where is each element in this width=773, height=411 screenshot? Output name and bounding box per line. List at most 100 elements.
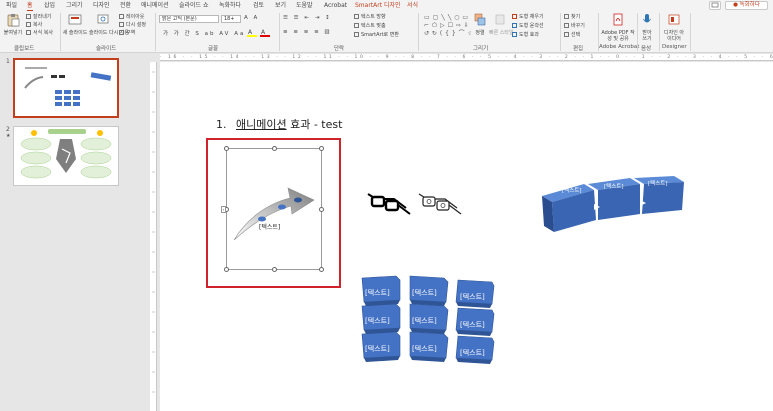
resize-handle-sw[interactable]: [224, 267, 229, 272]
arrow-text-label[interactable]: [텍스트]: [259, 222, 280, 231]
tab-animations[interactable]: 애니메이션: [141, 1, 169, 10]
tab-format[interactable]: 서식: [407, 1, 418, 10]
tab-acrobat[interactable]: Acrobat: [324, 1, 347, 10]
grid-label-8[interactable]: [텍스트]: [412, 344, 437, 354]
tab-review[interactable]: 검토: [253, 1, 264, 10]
slide-2-star-marker: ★: [6, 133, 11, 139]
shape-fill-button[interactable]: 도형 채우기: [512, 14, 544, 20]
reset-icon: [119, 22, 124, 27]
quick-styles-button[interactable]: 빠른 스타일: [489, 13, 514, 36]
replace-button[interactable]: 바꾸기: [564, 23, 585, 29]
layout-button[interactable]: 레이아웃: [119, 14, 144, 20]
resize-handle-se[interactable]: [319, 267, 324, 272]
clipboard-group-label: 클립보드: [14, 46, 35, 52]
tab-insert[interactable]: 삽입: [44, 1, 55, 10]
ribbon: 붙여넣기 잘라내기 복사 서식 복사 클립보드 새 슬라이드 슬라이드 다시 사…: [0, 11, 773, 53]
text-direction-button[interactable]: 텍스트 방향: [354, 14, 386, 20]
block-row-label-3[interactable]: [텍스트]: [648, 179, 667, 187]
font-group-label: 글꼴: [208, 46, 219, 52]
shape-fill-label: 도형 채우기: [519, 14, 544, 20]
copy-button[interactable]: 복사: [26, 22, 42, 28]
editing-group-label: 편집: [573, 46, 584, 52]
3d-glasses-outline-icon[interactable]: [417, 190, 463, 218]
paste-button[interactable]: 붙여넣기: [2, 13, 24, 36]
grid-label-6[interactable]: [텍스트]: [460, 320, 485, 330]
tab-record[interactable]: 녹화하다: [219, 1, 241, 10]
designer-button[interactable]: 디자인 아이디어: [662, 13, 686, 42]
tab-transitions[interactable]: 전환: [120, 1, 131, 10]
font-format-buttons[interactable]: 가 가 간 S ab AV Aa: [163, 29, 245, 37]
shape-effects-button[interactable]: 도형 효과: [512, 32, 539, 38]
reuse-slide-icon: [97, 14, 109, 24]
tab-help[interactable]: 도움말: [296, 1, 313, 10]
block-row-label-1[interactable]: [텍스트]: [562, 186, 581, 194]
svg-text:A: A: [261, 29, 266, 36]
new-slide-icon: [68, 14, 82, 25]
resize-handle-e[interactable]: [319, 207, 324, 212]
title-number: 1.: [216, 118, 227, 131]
font-size-dropdown[interactable]: 18+: [221, 15, 241, 23]
reset-button[interactable]: 다시 설정: [119, 22, 146, 28]
shape-gallery[interactable]: ▭ ▢ ╲ ╲ ○ ▭ △⌐ ⬠ ▷ ☐ ⇨ ⇩ ☆↺ ↻ ( { } ⌒ ☆: [424, 14, 471, 40]
font-grow-shrink[interactable]: A A: [244, 15, 259, 21]
format-painter-button[interactable]: 서식 복사: [26, 30, 53, 36]
find-button[interactable]: 찾기: [564, 14, 580, 20]
slide-title[interactable]: 1. 애니메이션 효과 - test: [216, 116, 342, 132]
align-buttons[interactable]: ≡ ≡ ≡ ≡ ▥: [283, 29, 332, 35]
slide-thumbnail-1[interactable]: [13, 58, 119, 118]
fill-bucket-icon: [512, 14, 517, 19]
adobe-group-label: Adobe Acrobat: [599, 44, 640, 50]
tab-home[interactable]: 홈: [27, 1, 33, 11]
new-slide-button[interactable]: 새 슬라이드: [62, 13, 88, 36]
3d-glasses-icon[interactable]: [366, 190, 412, 218]
cut-button[interactable]: 잘라내기: [26, 14, 51, 20]
arrange-button[interactable]: 정렬: [472, 13, 488, 36]
align-text-button[interactable]: 텍스트 맞춤: [354, 23, 386, 29]
resize-handle-s[interactable]: [272, 267, 277, 272]
resize-handle-n[interactable]: [272, 146, 277, 151]
tab-slideshow[interactable]: 슬라이드 쇼: [179, 1, 209, 10]
grid-label-9[interactable]: [텍스트]: [460, 348, 485, 358]
grid-label-2[interactable]: [텍스트]: [412, 288, 437, 298]
grid-label-3[interactable]: [텍스트]: [460, 292, 485, 302]
cut-label: 잘라내기: [33, 14, 52, 20]
shape-outline-button[interactable]: 도형 윤곽선: [512, 23, 544, 29]
grid-label-7[interactable]: [텍스트]: [365, 344, 390, 354]
comments-button[interactable]: [709, 1, 721, 10]
resize-handle-nw[interactable]: [224, 146, 229, 151]
reuse-slide-button[interactable]: 슬라이드 다시 사용: [89, 13, 129, 36]
grid-label-5[interactable]: [텍스트]: [412, 316, 437, 326]
grid-label-1[interactable]: [텍스트]: [365, 288, 390, 298]
convert-smartart-button[interactable]: SmartArt로 변환: [354, 32, 399, 38]
copy-icon: [26, 22, 31, 27]
tab-draw[interactable]: 그리기: [66, 1, 83, 10]
microphone-icon: [643, 14, 651, 23]
record-button[interactable]: ● 녹화하다: [725, 1, 768, 10]
tab-design[interactable]: 디자인: [93, 1, 110, 10]
tab-file[interactable]: 파일: [6, 1, 17, 10]
horizontal-ruler: · 16 · · 15 · · 14 · · 13 · · 12 · · 11 …: [160, 54, 773, 61]
pdf-icon: [613, 13, 623, 26]
resize-handle-ne[interactable]: [319, 146, 324, 151]
reset-label: 다시 설정: [126, 22, 146, 28]
section-button[interactable]: 구역: [119, 30, 135, 36]
select-button[interactable]: 선택: [564, 32, 580, 38]
menu-bar: 파일 홈 삽입 그리기 디자인 전환 애니메이션 슬라이드 쇼 녹화하다 검토 …: [0, 0, 773, 11]
grid-label-4[interactable]: [텍스트]: [365, 316, 390, 326]
upward-arrow-graphic[interactable]: [232, 182, 318, 244]
text-pane-toggle[interactable]: ‹: [221, 206, 226, 213]
font-color-icon[interactable]: A A: [247, 28, 273, 37]
arrange-icon: [474, 13, 486, 26]
vertical-ruler-ticks: [152, 71, 155, 393]
block-row-label-2[interactable]: [텍스트]: [604, 182, 623, 190]
slides-group-label: 슬라이드: [96, 46, 117, 52]
adobe-pdf-button[interactable]: Adobe PDF 작성 및 공유: [601, 13, 635, 42]
slide-canvas[interactable]: 1. 애니메이션 효과 - test ‹ [텍스트] [텍스트] [텍스트] […: [160, 62, 773, 411]
tab-smartart-design[interactable]: SmartArt 디자인: [355, 1, 401, 10]
slide-thumbnail-2[interactable]: [13, 126, 119, 186]
brush-icon: [26, 30, 31, 35]
list-buttons[interactable]: ☰ ☰ ⇤ ⇥ ↕: [283, 15, 332, 21]
font-name-dropdown[interactable]: 맑은 고딕 (본문): [159, 15, 219, 23]
dictate-button[interactable]: 받아 쓰기: [640, 13, 654, 42]
tab-view[interactable]: 보기: [275, 1, 286, 10]
